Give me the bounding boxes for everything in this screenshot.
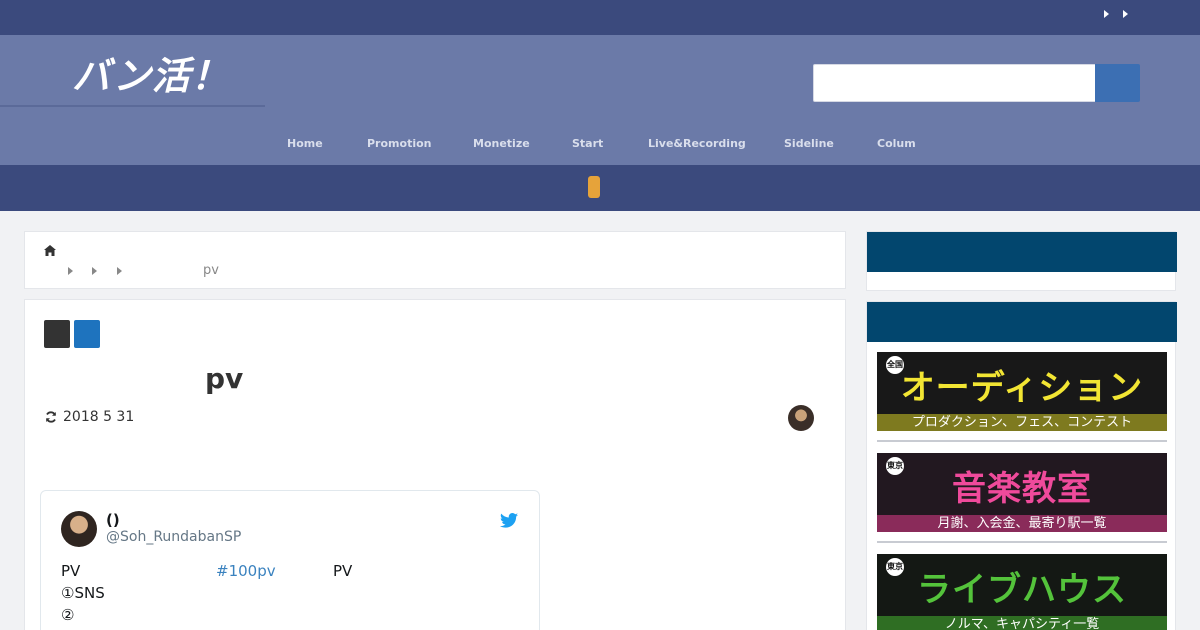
embedded-tweet[interactable]: () @Soh_RundabanSP PV #100pv PV ①SNS ②	[40, 490, 540, 630]
sidebar-widget-heading	[867, 302, 1177, 342]
banner-subtitle: ノルマ、キャパシティ一覧	[877, 616, 1167, 630]
tweet-text: ①SNS	[61, 584, 105, 602]
banner-title: 音楽教室	[952, 469, 1092, 509]
audition-banner[interactable]: 全国 オーディション プロダクション、フェス、コンテスト	[877, 352, 1167, 431]
livehouse-banner[interactable]: 東京 ライブハウス ノルマ、キャパシティ一覧	[877, 554, 1167, 630]
updated-date-text: 2018 5 31	[63, 409, 135, 425]
home-icon[interactable]	[44, 245, 56, 256]
banner-subtitle: 月謝、入会金、最寄り駅一覧	[877, 515, 1167, 532]
nav-item-home[interactable]: Home	[287, 137, 323, 150]
sidebar-widget-heading	[867, 232, 1177, 272]
sidebar-banners: 全国 オーディション プロダクション、フェス、コンテスト 東京 音楽教室 月謝、…	[866, 301, 1177, 630]
search-input[interactable]	[813, 64, 1096, 102]
tweet-text: ②	[61, 606, 75, 624]
banner-divider	[877, 541, 1167, 543]
tweet-text: PV	[61, 562, 81, 580]
music-school-banner[interactable]: 東京 音楽教室 月謝、入会金、最寄り駅一覧	[877, 453, 1167, 532]
site-header: バン活！ Home Promotion Monetize Start Live&…	[0, 35, 1200, 165]
breadcrumb: pv	[24, 231, 846, 289]
article-title: pv	[205, 362, 244, 395]
sidebar-widget	[866, 231, 1177, 291]
refresh-icon	[46, 411, 56, 423]
breadcrumb-separator-icon	[92, 267, 98, 275]
nav-item-colum[interactable]: Colum	[877, 137, 916, 150]
search-button[interactable]	[1095, 64, 1140, 102]
nav-item-promotion[interactable]: Promotion	[367, 137, 431, 150]
notice-pill[interactable]	[588, 176, 600, 198]
twitter-bird-icon[interactable]	[500, 513, 518, 528]
nav-item-live-recording[interactable]: Live&Recording	[648, 137, 746, 150]
banner-title: ライブハウス	[917, 570, 1127, 610]
breadcrumb-separator-icon	[68, 267, 74, 275]
banner-divider	[877, 440, 1167, 442]
category-tag[interactable]	[44, 320, 70, 348]
article-card: pv 2018 5 31 () @Soh_RundabanSP PV #100p…	[24, 299, 846, 630]
breadcrumb-current: pv	[203, 263, 219, 278]
article-date: 2018 5 31	[45, 409, 134, 425]
breadcrumb-separator-icon	[117, 267, 123, 275]
banner-title: オーディション	[900, 368, 1144, 408]
logo-underline	[0, 105, 265, 107]
category-tag[interactable]	[74, 320, 100, 348]
tweet-author-name[interactable]: ()	[106, 511, 120, 529]
nav-item-monetize[interactable]: Monetize	[473, 137, 530, 150]
caret-right-icon[interactable]	[1102, 9, 1112, 19]
tweet-hashtag-link[interactable]: #100pv	[216, 562, 276, 580]
banner-subtitle: プロダクション、フェス、コンテスト	[877, 414, 1167, 431]
nav-item-start[interactable]: Start	[572, 137, 603, 150]
top-bar	[0, 0, 1200, 35]
tweet-avatar[interactable]	[61, 511, 97, 547]
notice-bar	[0, 165, 1200, 211]
tweet-author-handle[interactable]: @Soh_RundabanSP	[106, 529, 241, 545]
tweet-text: PV	[333, 562, 353, 580]
caret-right-icon[interactable]	[1121, 9, 1131, 19]
author-avatar[interactable]	[788, 405, 814, 431]
site-logo[interactable]: バン活！	[72, 45, 230, 100]
nav-item-sideline[interactable]: Sideline	[784, 137, 834, 150]
main-nav: Home Promotion Monetize Start Live&Recor…	[0, 137, 1200, 165]
